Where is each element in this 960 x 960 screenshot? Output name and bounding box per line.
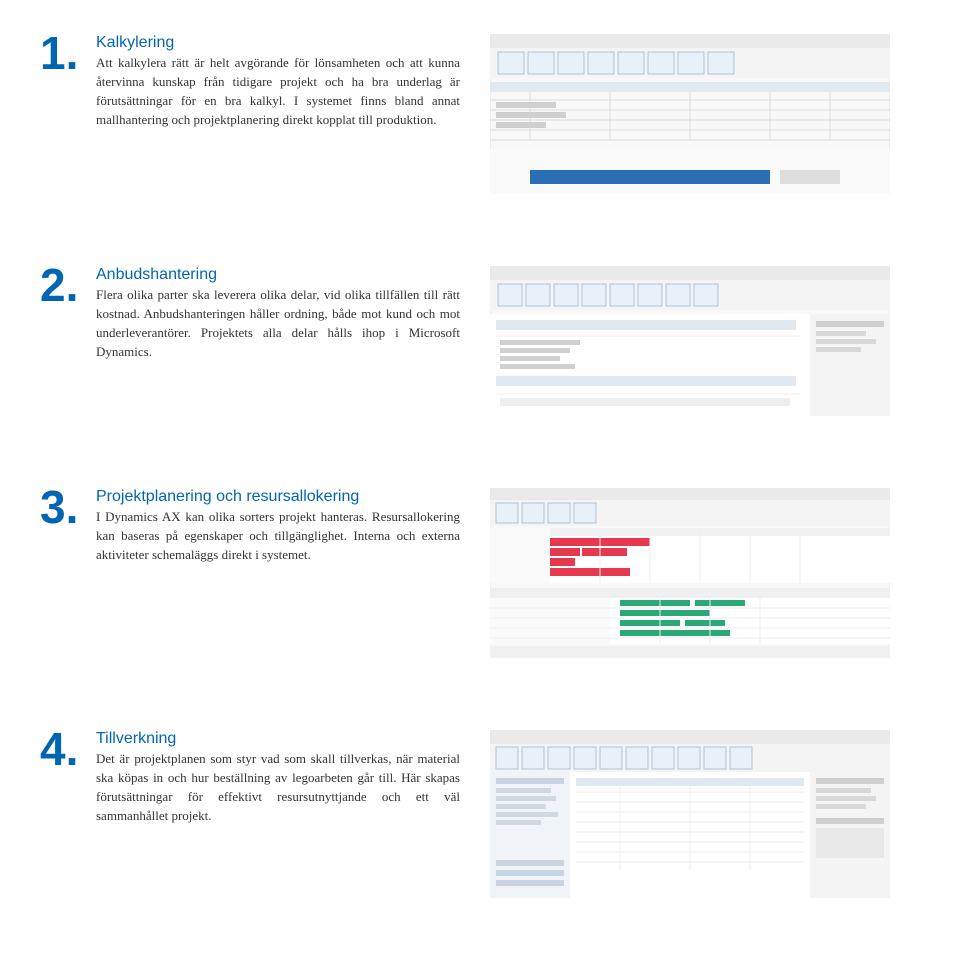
section-1: 1. Kalkylering Att kalkylera rätt är hel… bbox=[40, 30, 920, 194]
section-1-number: 1. bbox=[40, 30, 80, 76]
section-2-body: Flera olika parter ska leverera olika de… bbox=[96, 286, 460, 361]
section-4-screenshot bbox=[490, 730, 890, 898]
section-4: 4. Tillverkning Det är projektplanen som… bbox=[40, 726, 920, 898]
section-3-screenshot bbox=[490, 488, 890, 658]
section-2-number: 2. bbox=[40, 262, 80, 308]
section-1-text: Kalkylering Att kalkylera rätt är helt a… bbox=[96, 30, 460, 129]
section-1-heading: Kalkylering bbox=[96, 34, 460, 52]
section-3-heading: Projektplanering och resursallokering bbox=[96, 488, 460, 506]
section-4-body: Det är projektplanen som styr vad som sk… bbox=[96, 750, 460, 825]
section-2-text: Anbudshantering Flera olika parter ska l… bbox=[96, 262, 460, 361]
section-1-content: 1. Kalkylering Att kalkylera rätt är hel… bbox=[40, 30, 460, 129]
section-2-content: 2. Anbudshantering Flera olika parter sk… bbox=[40, 262, 460, 361]
section-3-number: 3. bbox=[40, 484, 80, 530]
section-4-content: 4. Tillverkning Det är projektplanen som… bbox=[40, 726, 460, 825]
section-3-text: Projektplanering och resursallokering I … bbox=[96, 484, 460, 565]
section-1-screenshot bbox=[490, 34, 890, 194]
section-2: 2. Anbudshantering Flera olika parter sk… bbox=[40, 262, 920, 416]
section-3-content: 3. Projektplanering och resursallokering… bbox=[40, 484, 460, 565]
section-1-body: Att kalkylera rätt är helt avgörande för… bbox=[96, 54, 460, 129]
section-4-heading: Tillverkning bbox=[96, 730, 460, 748]
section-2-heading: Anbudshantering bbox=[96, 266, 460, 284]
section-3-body: I Dynamics AX kan olika sorters projekt … bbox=[96, 508, 460, 565]
section-4-number: 4. bbox=[40, 726, 80, 772]
section-4-text: Tillverkning Det är projektplanen som st… bbox=[96, 726, 460, 825]
section-2-screenshot bbox=[490, 266, 890, 416]
section-3: 3. Projektplanering och resursallokering… bbox=[40, 484, 920, 658]
